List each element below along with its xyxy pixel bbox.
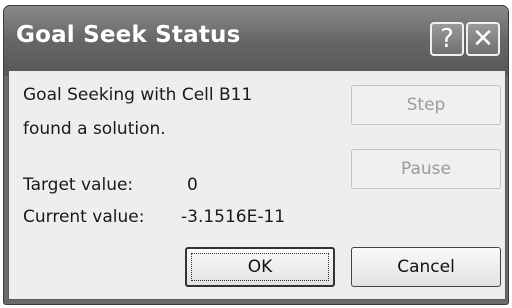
status-message-line2: found a solution. (23, 119, 166, 139)
help-button[interactable]: ? (430, 22, 464, 56)
goal-seek-dialog: Goal Seek Status ? ✕ Goal Seeking with C… (3, 5, 509, 305)
dialog-title: Goal Seek Status (16, 22, 241, 48)
target-value: 0 (187, 175, 198, 195)
question-mark-icon: ? (440, 24, 454, 54)
ok-button[interactable]: OK (185, 247, 335, 287)
current-value: -3.1516E-11 (181, 207, 286, 227)
target-value-label: Target value: (23, 175, 134, 195)
step-button[interactable]: Step (351, 85, 501, 125)
close-x-icon: ✕ (472, 24, 494, 54)
current-value-label: Current value: (23, 207, 145, 227)
pause-button-label: Pause (401, 159, 451, 179)
dialog-body: Goal Seeking with Cell B11 found a solut… (8, 70, 506, 300)
focus-rectangle (191, 253, 329, 281)
title-bar[interactable]: Goal Seek Status ? ✕ (4, 6, 508, 76)
step-button-label: Step (406, 95, 446, 115)
close-button[interactable]: ✕ (466, 22, 500, 56)
pause-button[interactable]: Pause (351, 149, 501, 189)
status-message-line1: Goal Seeking with Cell B11 (23, 85, 253, 105)
cancel-button[interactable]: Cancel (351, 247, 501, 287)
cancel-button-label: Cancel (397, 257, 455, 277)
